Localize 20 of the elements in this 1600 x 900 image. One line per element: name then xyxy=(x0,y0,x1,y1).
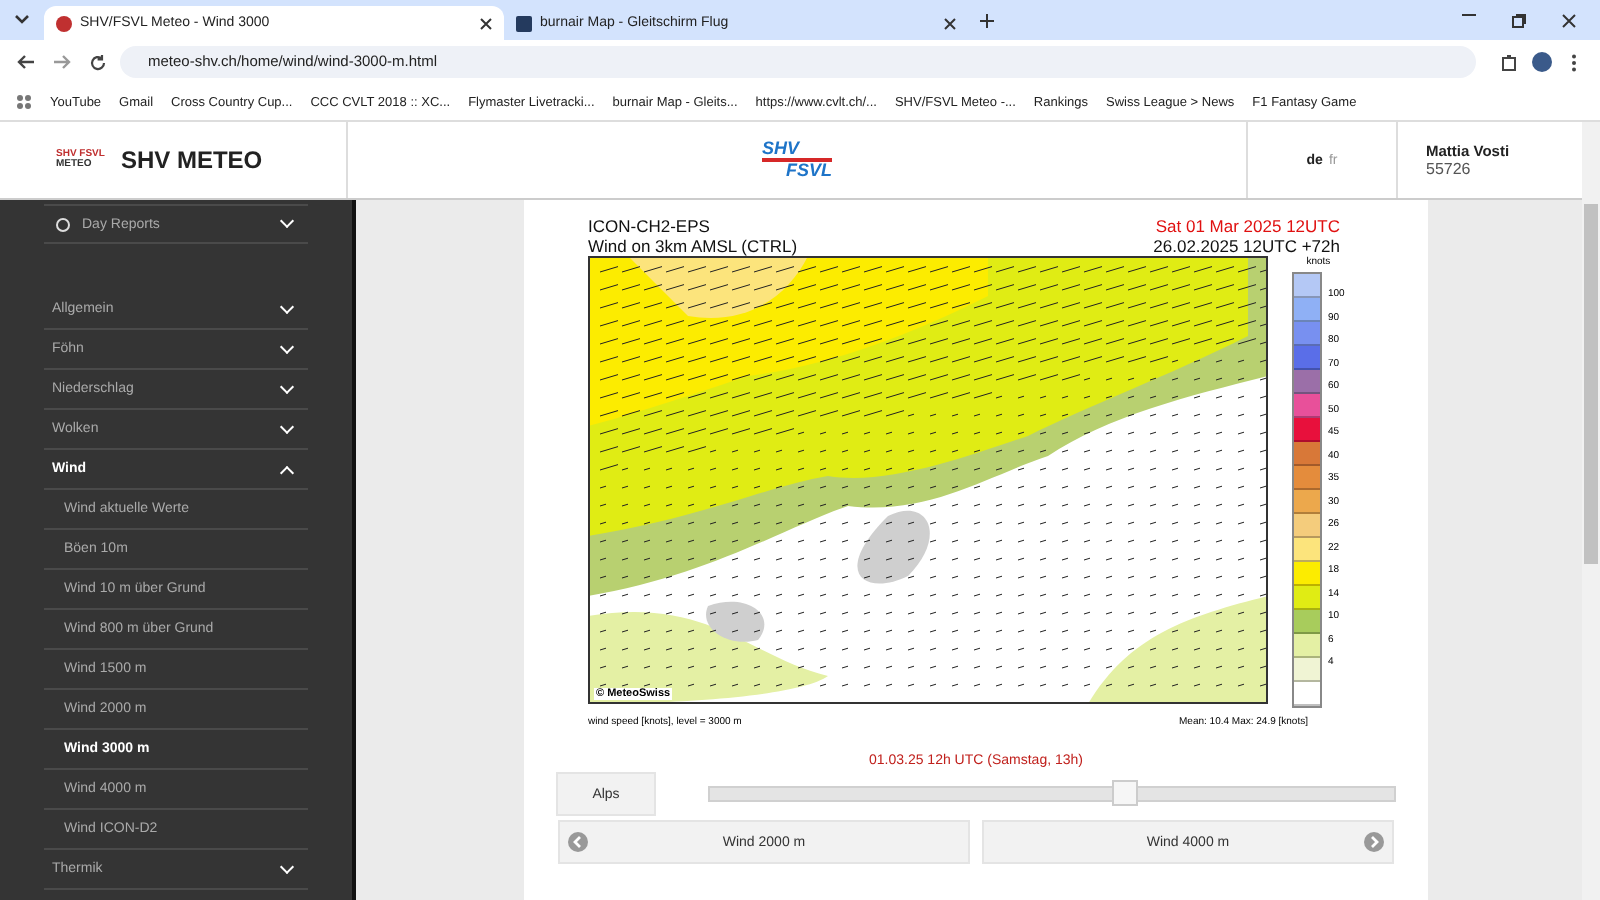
apps-icon[interactable] xyxy=(16,94,32,110)
scrollbar[interactable] xyxy=(1582,122,1600,900)
run-time: 26.02.2025 12UTC +72h xyxy=(1153,236,1340,256)
back-icon[interactable] xyxy=(12,54,40,70)
site-title: SHV METEO xyxy=(120,146,263,174)
model-name: ICON-CH2-EPS xyxy=(588,216,712,236)
close-icon[interactable] xyxy=(480,17,492,29)
favicon-icon xyxy=(56,15,72,31)
valid-time: Sat 01 Mar 2025 12UTC xyxy=(1155,216,1340,236)
favicon-icon xyxy=(516,15,532,31)
restore-icon[interactable] xyxy=(1512,13,1526,27)
close-icon[interactable] xyxy=(944,17,956,29)
close-icon[interactable] xyxy=(1562,13,1576,27)
minimize-icon[interactable] xyxy=(1462,13,1476,15)
slider-thumb[interactable] xyxy=(1111,780,1138,806)
chart-subtitle: Wind on 3km AMSL (CTRL) xyxy=(588,236,798,256)
user-id: 55726 xyxy=(1426,160,1473,178)
time-slider[interactable] xyxy=(708,786,1396,802)
profile-avatar[interactable] xyxy=(1532,52,1552,72)
shv-fsvl-logo: SHV FSVL xyxy=(761,140,832,180)
